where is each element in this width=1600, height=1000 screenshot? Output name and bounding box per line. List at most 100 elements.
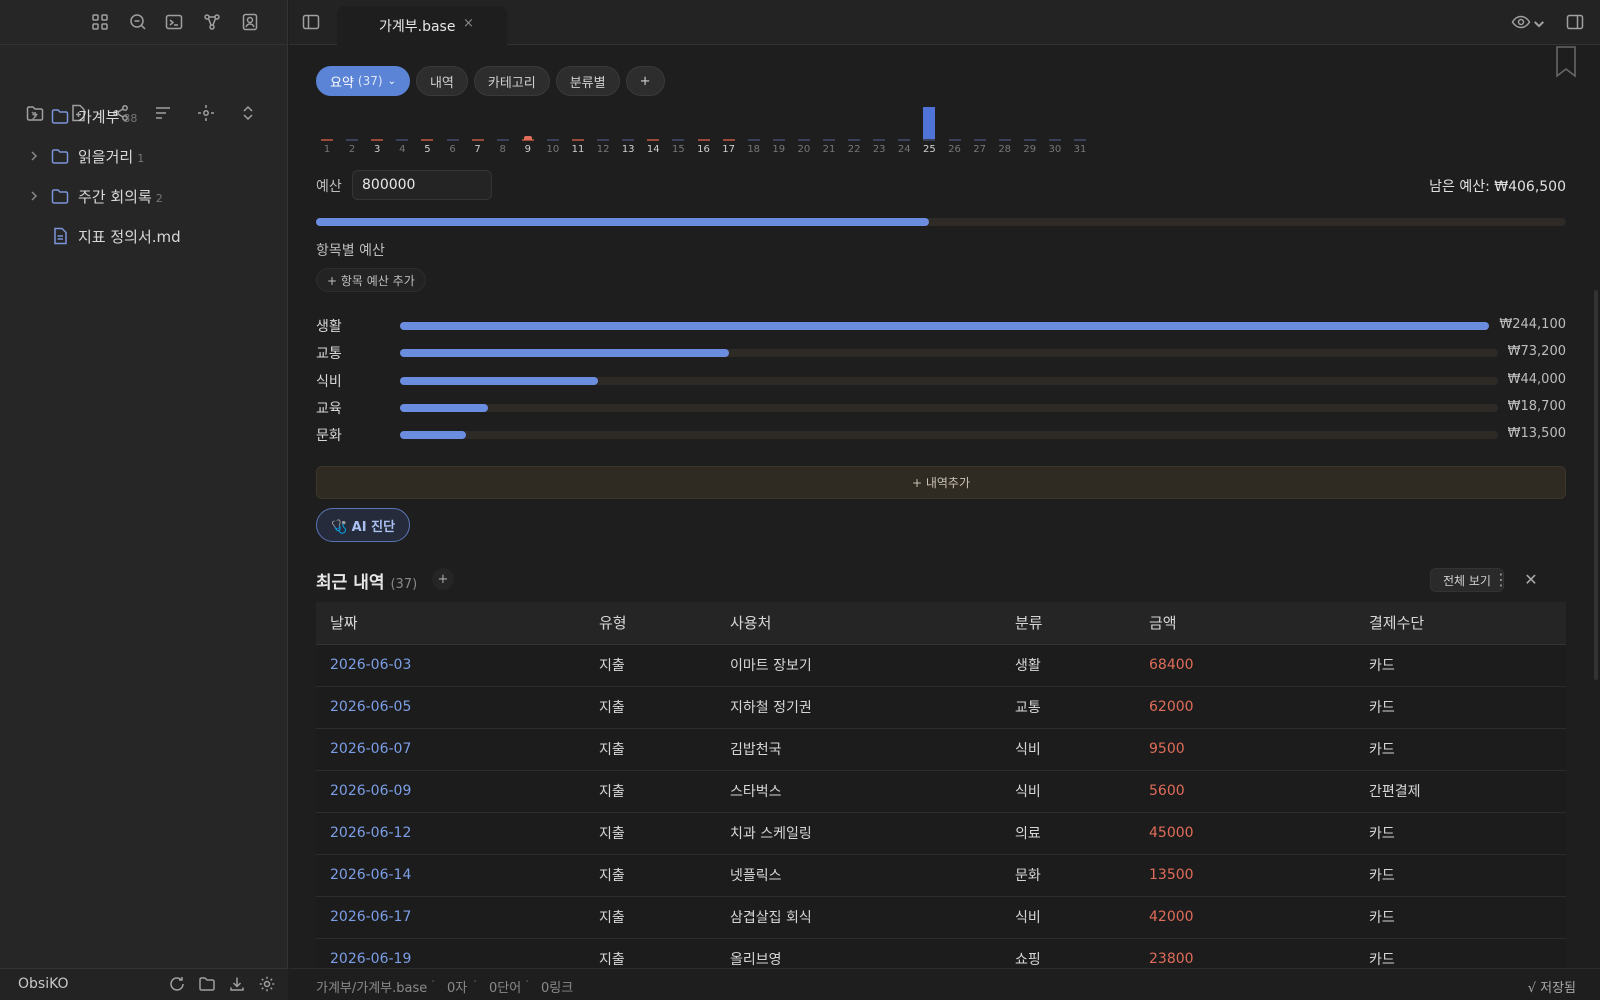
day-label: 6: [449, 144, 456, 155]
sidebar-toggle-icon[interactable]: [301, 12, 321, 32]
cell-category: 문화: [1001, 854, 1135, 897]
recent-add-button[interactable]: +: [432, 568, 454, 590]
table-row[interactable]: 2026-06-05 지출 지하철 정기권 교통 62000 카드: [316, 686, 1566, 729]
settings-gear-icon[interactable]: [258, 975, 276, 993]
cell-date[interactable]: 2026-06-12: [316, 812, 585, 855]
search-icon[interactable]: [128, 12, 148, 32]
budget-progress-track: [316, 218, 1566, 226]
terminal-icon[interactable]: [164, 12, 184, 32]
day-baseline: [747, 139, 760, 141]
day-column: 1: [317, 102, 337, 158]
vault-name[interactable]: ObsiKO: [18, 976, 69, 992]
contact-icon[interactable]: [240, 12, 260, 32]
tree-folder-gagyebu[interactable]: 가계부 38: [0, 100, 288, 132]
table-row[interactable]: 2026-06-03 지출 이마트 장보기 생활 68400 카드: [316, 644, 1566, 687]
cell-date[interactable]: 2026-06-05: [316, 686, 585, 729]
category-fill: [400, 431, 466, 439]
tab-gagyebu-base[interactable]: 가계부.base ×: [337, 6, 507, 45]
column-header[interactable]: 유형: [585, 602, 716, 645]
chevron-down-icon[interactable]: ⌄: [388, 76, 396, 87]
category-row: 교통 ₩73,200: [316, 343, 1566, 363]
view-tab-category[interactable]: 카테고리: [473, 66, 550, 96]
day-label: 9: [524, 144, 531, 155]
budget-input[interactable]: [352, 170, 492, 200]
view-tab-by-class[interactable]: 분류별: [555, 66, 620, 96]
day-column: 4: [392, 102, 412, 158]
table-row[interactable]: 2026-06-09 지출 스타벅스 식비 5600 간편결제: [316, 770, 1566, 813]
day-column: 8: [493, 102, 513, 158]
day-baseline: [797, 139, 810, 141]
day-column: 13: [618, 102, 638, 158]
column-header[interactable]: 금액: [1135, 602, 1355, 645]
day-column: 7: [468, 102, 488, 158]
table-row[interactable]: 2026-06-12 지출 치과 스케일링 의료 45000 카드: [316, 812, 1566, 855]
add-view-button[interactable]: +: [625, 66, 665, 96]
cell-date[interactable]: 2026-06-03: [316, 644, 585, 687]
cell-merchant: 이마트 장보기: [716, 644, 1001, 687]
day-label: 2: [348, 144, 356, 155]
table-row[interactable]: 2026-06-07 지출 김밥천국 식비 9500 카드: [316, 728, 1566, 771]
tree-folder-weekly-meeting[interactable]: 주간 회의록 2: [0, 180, 288, 212]
bookmark-icon[interactable]: [1554, 46, 1578, 78]
day-baseline: [396, 139, 409, 141]
column-header[interactable]: 날짜: [316, 602, 585, 645]
more-options-icon[interactable]: ⋮: [1491, 570, 1511, 590]
cell-date[interactable]: 2026-06-17: [316, 896, 585, 939]
daily-spending-chart: 1 2 3 4 5 6 7 8 9 10 11 12 13 14 15 16 17 18 19 20 21 22 23 24 2…: [317, 102, 1097, 158]
cell-date[interactable]: 2026-06-14: [316, 854, 585, 897]
category-budget-title: 항목별 예산: [316, 243, 385, 259]
cell-date[interactable]: 2026-06-09: [316, 770, 585, 813]
cell-date[interactable]: 2026-06-19: [316, 938, 585, 968]
grid-icon[interactable]: [90, 12, 110, 32]
day-column: 29: [1020, 102, 1040, 158]
column-header[interactable]: 분류: [1001, 602, 1135, 645]
ai-diagnosis-button[interactable]: 🩺 AI 진단: [316, 508, 410, 542]
cell-type: 지출: [585, 770, 716, 813]
cell-date[interactable]: 2026-06-07: [316, 728, 585, 771]
chevron-right-icon[interactable]: [26, 148, 42, 164]
column-header[interactable]: 사용처: [716, 602, 1001, 645]
folder-icon[interactable]: [198, 975, 216, 993]
download-icon[interactable]: [228, 975, 246, 993]
table-header-row: 날짜 유형 사용처 분류 금액 결제수단: [316, 602, 1566, 645]
cell-payment: 카드: [1355, 644, 1566, 687]
table-row[interactable]: 2026-06-17 지출 삼겹살집 회식 식비 42000 카드: [316, 896, 1566, 939]
day-label: 20: [797, 144, 811, 155]
day-baseline: [973, 139, 986, 141]
day-label: 13: [621, 144, 635, 155]
recent-title-text: 최근 내역: [316, 573, 385, 593]
category-track: [400, 431, 1498, 439]
tree-file-metrics[interactable]: 지표 정의서.md: [0, 220, 288, 252]
day-column: 22: [844, 102, 864, 158]
cell-payment: 카드: [1355, 854, 1566, 897]
cell-payment: 카드: [1355, 686, 1566, 729]
graph-icon[interactable]: [202, 12, 222, 32]
chevron-right-icon[interactable]: [26, 188, 42, 204]
category-name: 생활: [316, 319, 342, 335]
column-header[interactable]: 결제수단: [1355, 602, 1566, 645]
tree-folder-reading[interactable]: 읽을거리 1: [0, 140, 288, 172]
category-amount: ₩244,100: [1499, 317, 1566, 332]
category-row: 교육 ₩18,700: [316, 398, 1566, 418]
eye-icon[interactable]: [1511, 12, 1531, 32]
chevron-right-icon[interactable]: [26, 108, 42, 124]
tab-close-icon[interactable]: ×: [463, 16, 474, 31]
category-row: 생활 ₩244,100: [316, 316, 1566, 336]
view-tab-summary[interactable]: 요약 (37) ⌄: [316, 66, 410, 96]
close-icon[interactable]: ✕: [1521, 570, 1541, 590]
view-tab-entries[interactable]: 내역: [415, 66, 468, 96]
table-row[interactable]: 2026-06-14 지출 넷플릭스 문화 13500 카드: [316, 854, 1566, 897]
chevron-down-icon[interactable]: [1529, 14, 1544, 28]
scrollbar[interactable]: [1594, 290, 1598, 680]
day-column: 16: [694, 102, 714, 158]
table-row[interactable]: 2026-06-19 지출 올리브영 쇼핑 23800 카드: [316, 938, 1566, 968]
day-bar[interactable]: [923, 107, 936, 139]
status-path[interactable]: 가계부/가계부.base: [316, 977, 427, 996]
category-name: 교통: [316, 346, 342, 362]
sync-icon[interactable]: [168, 975, 186, 993]
right-sidebar-toggle-icon[interactable]: [1565, 12, 1585, 32]
day-label: 8: [499, 144, 506, 155]
day-label: 23: [872, 144, 886, 155]
add-entry-button[interactable]: + 내역추가: [316, 466, 1566, 499]
add-category-budget-button[interactable]: + 항목 예산 추가: [316, 268, 426, 292]
